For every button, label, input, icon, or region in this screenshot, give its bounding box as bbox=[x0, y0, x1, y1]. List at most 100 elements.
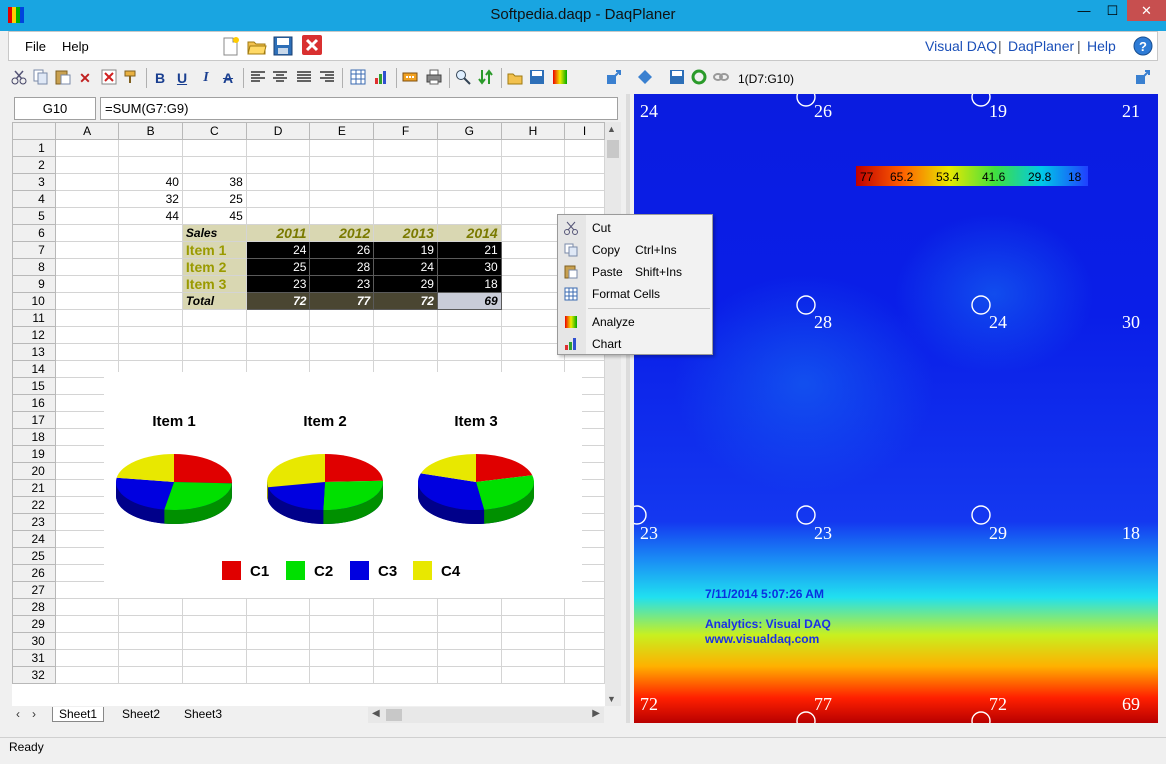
grid-cell[interactable] bbox=[245, 139, 311, 157]
cell-reference[interactable]: G10 bbox=[14, 97, 96, 120]
row-header[interactable]: 2 bbox=[12, 156, 56, 174]
grid-cell[interactable] bbox=[309, 343, 375, 361]
horizontal-scrollbar[interactable]: ◀ ▶ bbox=[368, 707, 604, 723]
grid-cell[interactable] bbox=[373, 666, 438, 684]
column-header[interactable]: I bbox=[564, 122, 605, 140]
link-help[interactable]: Help bbox=[1087, 38, 1116, 54]
grid-cell[interactable] bbox=[500, 326, 566, 344]
sales-label[interactable]: Sales bbox=[181, 224, 247, 242]
total-cell[interactable]: 72 bbox=[245, 292, 311, 310]
grid-cell[interactable]: 25 bbox=[181, 190, 247, 208]
strikethrough-button[interactable]: A bbox=[219, 69, 237, 87]
grid-cell[interactable] bbox=[564, 649, 605, 667]
tab-sheet2[interactable]: Sheet2 bbox=[116, 707, 166, 721]
item-label[interactable]: Item 3 bbox=[181, 275, 247, 293]
pie-slice[interactable] bbox=[325, 454, 383, 482]
grid-cell[interactable] bbox=[564, 173, 605, 191]
column-header[interactable]: C bbox=[181, 122, 247, 140]
grid-cell[interactable] bbox=[118, 649, 183, 667]
row-header[interactable]: 10 bbox=[12, 292, 56, 310]
row-header[interactable]: 13 bbox=[12, 343, 56, 361]
heatmap-view[interactable]: 77 65.2 53.4 41.6 29.8 18 24 26 19 21 28… bbox=[627, 87, 1158, 731]
grid-cell[interactable] bbox=[245, 207, 311, 225]
close-button[interactable]: ✕ bbox=[1127, 0, 1166, 21]
column-header[interactable]: B bbox=[118, 122, 183, 140]
grid-cell[interactable] bbox=[309, 666, 375, 684]
year-header[interactable]: 2011 bbox=[245, 224, 311, 242]
grid-cell[interactable] bbox=[54, 326, 120, 344]
panel-splitter[interactable] bbox=[626, 94, 630, 723]
row-header[interactable]: 31 bbox=[12, 649, 56, 667]
grid-cell[interactable] bbox=[54, 275, 120, 293]
grid-cell[interactable] bbox=[181, 649, 247, 667]
grid-cell[interactable] bbox=[500, 649, 566, 667]
grid-cell[interactable] bbox=[564, 632, 605, 650]
clear-format-icon[interactable] bbox=[100, 69, 118, 87]
grid-cell[interactable] bbox=[181, 156, 247, 174]
grid-cell[interactable]: 32 bbox=[118, 190, 183, 208]
grid-cell[interactable] bbox=[309, 309, 375, 327]
grid-cell[interactable] bbox=[500, 258, 566, 276]
find-icon[interactable] bbox=[454, 69, 472, 87]
grid-cell[interactable] bbox=[245, 343, 311, 361]
grid-cell[interactable] bbox=[436, 632, 502, 650]
grid-cell[interactable] bbox=[500, 190, 566, 208]
grid-cell[interactable] bbox=[373, 326, 438, 344]
grid-cell[interactable] bbox=[118, 224, 183, 242]
grid-cell[interactable] bbox=[54, 207, 120, 225]
data-cell[interactable]: 26 bbox=[309, 241, 375, 259]
grid-cell[interactable] bbox=[54, 156, 120, 174]
grid-cell[interactable] bbox=[245, 190, 311, 208]
grid-cell[interactable] bbox=[500, 241, 566, 259]
grid-cell[interactable] bbox=[500, 292, 566, 310]
grid-cell[interactable] bbox=[564, 598, 605, 616]
grid-cell[interactable] bbox=[500, 666, 566, 684]
row-header[interactable]: 21 bbox=[12, 479, 56, 497]
grid-cell[interactable] bbox=[245, 309, 311, 327]
grid-cell[interactable] bbox=[181, 343, 247, 361]
pie-slice[interactable] bbox=[267, 454, 325, 488]
grid-cell[interactable] bbox=[118, 615, 183, 633]
grid-cell[interactable] bbox=[54, 241, 120, 259]
context-paste[interactable]: Paste bbox=[592, 265, 623, 279]
grid-cell[interactable] bbox=[54, 615, 120, 633]
save-icon[interactable] bbox=[273, 36, 293, 56]
insert-function-icon[interactable] bbox=[401, 69, 419, 87]
align-right-icon[interactable] bbox=[318, 69, 336, 87]
row-header[interactable]: 11 bbox=[12, 309, 56, 327]
grid-cell[interactable] bbox=[564, 156, 605, 174]
item-label[interactable]: Item 2 bbox=[181, 258, 247, 276]
column-header[interactable]: F bbox=[373, 122, 438, 140]
link-daqplaner[interactable]: DaqPlaner bbox=[1008, 38, 1074, 54]
grid-cell[interactable] bbox=[309, 326, 375, 344]
grid-cell[interactable] bbox=[181, 632, 247, 650]
tab-sheet3[interactable]: Sheet3 bbox=[178, 707, 228, 721]
grid-cell[interactable]: 40 bbox=[118, 173, 183, 191]
grid-cell[interactable] bbox=[373, 343, 438, 361]
bold-button[interactable]: B bbox=[151, 69, 169, 87]
grid-cell[interactable] bbox=[436, 207, 502, 225]
print-icon[interactable] bbox=[425, 69, 443, 87]
grid-cell[interactable] bbox=[181, 139, 247, 157]
row-header[interactable]: 6 bbox=[12, 224, 56, 242]
column-header[interactable]: D bbox=[245, 122, 311, 140]
row-header[interactable]: 27 bbox=[12, 581, 56, 599]
grid-cell[interactable] bbox=[309, 615, 375, 633]
refresh-icon[interactable] bbox=[690, 69, 708, 87]
column-header[interactable]: A bbox=[54, 122, 120, 140]
grid-cell[interactable] bbox=[245, 666, 311, 684]
scroll-left-icon[interactable]: ◀ bbox=[372, 708, 380, 719]
chart-icon[interactable] bbox=[372, 69, 390, 87]
grid-cell[interactable]: 45 bbox=[181, 207, 247, 225]
grid-cell[interactable] bbox=[500, 156, 566, 174]
grid-cell[interactable] bbox=[54, 343, 120, 361]
row-header[interactable]: 26 bbox=[12, 564, 56, 582]
grid-cell[interactable] bbox=[118, 156, 183, 174]
grid-cell[interactable] bbox=[500, 343, 566, 361]
grid-cell[interactable] bbox=[373, 207, 438, 225]
grid-cell[interactable] bbox=[54, 292, 120, 310]
grid-cell[interactable] bbox=[373, 139, 438, 157]
tab-prev-icon[interactable]: ‹ bbox=[16, 707, 20, 721]
data-cell[interactable]: 18 bbox=[436, 275, 502, 293]
grid-cell[interactable] bbox=[373, 598, 438, 616]
